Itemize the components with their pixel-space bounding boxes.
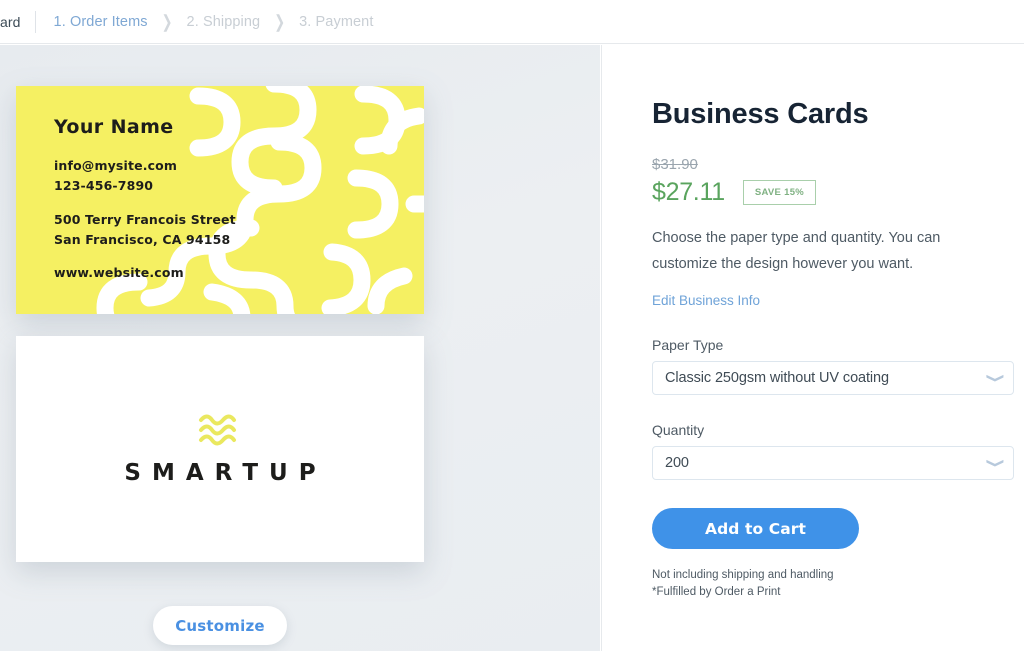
brand-logo: SMARTUP <box>113 412 326 486</box>
current-price: $27.11 <box>652 178 725 206</box>
status-badge: SAVE 15% <box>742 180 817 205</box>
quantity-select[interactable]: 200 ❯ <box>652 446 1014 480</box>
current-price-row: $27.11 SAVE 15% <box>652 178 1024 207</box>
product-details-pane: Business Cards $31.90 $27.11 SAVE 15% Ch… <box>601 45 1024 651</box>
paper-type-select[interactable]: Classic 250gsm without UV coating ❯ <box>652 361 1014 395</box>
breadcrumb-step-payment[interactable]: 3. Payment <box>299 14 373 30</box>
page-title: Business Cards <box>652 98 869 130</box>
price-block: $31.90 <box>652 156 1024 173</box>
customize-button[interactable]: Customize <box>153 606 287 645</box>
edit-business-info-link[interactable]: Edit Business Info <box>652 293 760 308</box>
breadcrumb-step-order-items[interactable]: 1. Order Items <box>54 14 148 30</box>
brand-logo-text: SMARTUP <box>124 460 327 486</box>
product-description: Choose the paper type and quantity. You … <box>652 230 941 272</box>
chevron-right-icon: ❯ <box>161 11 173 32</box>
paper-type-value: Classic 250gsm without UV coating <box>665 370 889 386</box>
breadcrumb-step-shipping[interactable]: 2. Shipping <box>187 14 261 30</box>
fineprint-fulfillment: *Fulfilled by Order a Print <box>652 586 781 598</box>
business-card-back-preview[interactable]: SMARTUP <box>16 336 424 562</box>
card-preview-pane: Your Name info@mysite.com 123-456-7890 5… <box>0 45 600 651</box>
chevron-down-icon: ❯ <box>986 372 1006 384</box>
fineprint-shipping: Not including shipping and handling <box>652 569 834 581</box>
card-front-text: Your Name info@mysite.com 123-456-7890 5… <box>54 116 236 283</box>
chevron-down-icon: ❯ <box>986 457 1006 469</box>
business-card-front-preview[interactable]: Your Name info@mysite.com 123-456-7890 5… <box>16 86 424 314</box>
breadcrumb-bar: ard 1. Order Items ❯ 2. Shipping ❯ 3. Pa… <box>0 0 1024 44</box>
quantity-value: 200 <box>665 455 689 471</box>
quantity-label: Quantity <box>652 422 705 438</box>
chevron-right-icon: ❯ <box>274 11 286 32</box>
card-phone: 123-456-7890 <box>54 178 154 193</box>
paper-type-label: Paper Type <box>652 337 724 353</box>
original-price: $31.90 <box>652 156 698 173</box>
card-address-line1: 500 Terry Francois Street <box>54 212 236 227</box>
order-items-page: ard 1. Order Items ❯ 2. Shipping ❯ 3. Pa… <box>0 0 1024 651</box>
breadcrumb-truncated-prefix: ard <box>0 13 21 30</box>
fineprint: Not including shipping and handling *Ful… <box>652 567 1024 601</box>
card-name: Your Name <box>54 116 174 138</box>
add-to-cart-button[interactable]: Add to Cart <box>652 508 859 549</box>
card-address-line2: San Francisco, CA 94158 <box>54 232 231 247</box>
card-email: info@mysite.com <box>54 158 178 173</box>
card-website: www.website.com <box>54 265 184 280</box>
breadcrumb-divider <box>34 10 36 33</box>
wavy-lines-logo-icon <box>199 414 236 446</box>
breadcrumb: 1. Order Items ❯ 2. Shipping ❯ 3. Paymen… <box>54 11 374 32</box>
